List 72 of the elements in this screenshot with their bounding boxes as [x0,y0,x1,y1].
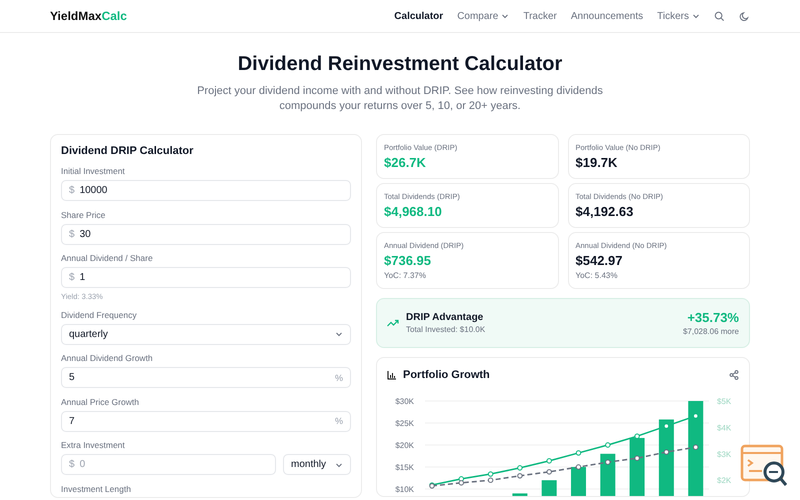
chart-point [693,413,698,419]
stat-value: $542.97 [576,253,624,268]
chart-point [546,458,552,464]
chart-point [693,444,698,450]
chart-bar [542,480,557,496]
moon-icon[interactable] [739,10,750,22]
axis-label: $4K [717,423,732,432]
chart-point [546,469,552,475]
dropdown[interactable]: monthly [283,454,351,475]
advantage-percent: +35.73% [686,310,739,325]
field-label: Share Price [61,210,106,220]
stat-value: $4,968.10 [384,204,443,219]
chart-point [664,449,670,455]
total-invested: Total Invested: $10.0K [406,325,486,334]
axis-label: $3K [717,450,732,459]
chart-bar [512,493,528,496]
field-label: Investment Length [61,484,132,494]
stat-value: $4,192.63 [576,204,634,219]
advantage-amount: $7,028.06 more [682,327,739,336]
field-label: Annual Dividend Growth [61,353,154,363]
nav-link[interactable]: Announcements [570,10,644,22]
share-icon[interactable] [729,370,739,380]
bar-chart-icon [387,370,397,380]
axis-label: $10K [395,485,414,494]
chart-point [517,473,523,478]
stat-note: YoC: 5.43% [576,271,618,280]
field-label: Annual Dividend / Share [61,253,154,263]
axis-label: $25K [395,419,414,428]
chart-point [634,434,640,439]
nav-link[interactable]: Tracker [523,10,557,22]
field-label: Initial Investment [61,166,126,176]
chart-point [576,450,582,456]
field-label: Extra Investment [61,440,126,450]
stat-value: $19.7K [576,155,618,170]
field-label: Dividend Frequency [61,310,138,320]
chart-point [605,442,610,448]
chart-bar [571,467,586,496]
chart-point [634,456,640,461]
chart-point [664,423,670,429]
caret-icon [335,460,343,468]
axis-label: $20K [395,441,414,450]
input-field[interactable]: 7 % [61,410,351,432]
stat-note: YoC: 7.37% [384,271,427,280]
search-icon[interactable] [714,10,725,22]
caret-icon [335,330,343,338]
input-field[interactable]: $ 1 [61,267,351,288]
chart-point [576,464,582,470]
chart-bar [630,438,645,496]
chart-title: Portfolio Growth [403,369,491,381]
page-title: Dividend Reinvestment Calculator [236,53,564,76]
chart-point [517,465,523,471]
input-field[interactable]: 5 % [61,367,351,388]
stat-value: $26.7K [384,155,427,170]
chart-point [605,459,610,465]
stat-value: $736.95 [384,253,432,268]
axis-label: $2K [717,476,732,486]
advantage-title: DRIP Advantage [406,312,484,323]
nav-link[interactable]: Tickers [657,10,700,22]
field-label: Annual Price Growth [61,396,140,406]
axis-label: $30K [395,397,414,406]
nav-link[interactable]: Calculator [394,10,444,22]
axis-label: $15K [395,463,414,472]
input-field[interactable]: $ 10000 [61,180,351,201]
nav-link[interactable]: Compare [457,10,510,22]
trend-up-icon [387,318,399,328]
dropdown[interactable]: quarterly [61,324,351,344]
input-field[interactable]: $ 30 [61,224,351,244]
page-subtitle: Project your dividend income with and without DRIP. See how reinvesting dividends compounds your returns over 5, 10, or 20+ years. [196,84,604,114]
chart-bar [600,454,616,496]
axis-label: $5K [717,397,732,406]
logo-link[interactable]: YieldMaxCalc [50,9,127,23]
card-title: Dividend DRIP Calculator [61,145,194,157]
